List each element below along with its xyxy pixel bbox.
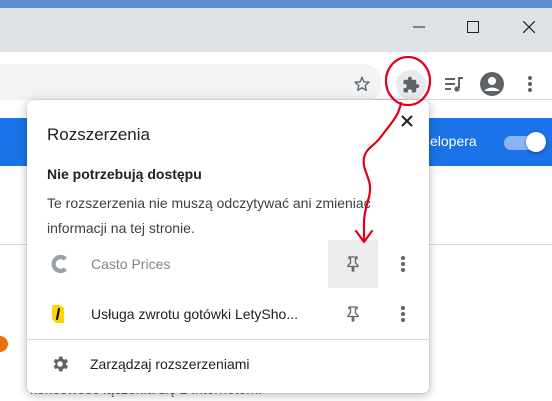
manage-extensions-link[interactable]: Zarządzaj rozszerzeniami [90,356,250,372]
toggle-knob[interactable] [526,132,546,152]
minimize-icon [413,26,425,28]
maximize-button[interactable] [450,8,496,46]
maximize-icon [467,21,479,33]
letyshops-icon [47,303,69,325]
close-icon [401,115,413,127]
menu-icon [528,76,532,92]
taskbar-strip [0,0,552,8]
extension-name[interactable]: Casto Prices [91,256,170,272]
extension-more-button[interactable] [396,254,410,274]
pin-icon[interactable] [343,304,363,324]
description-line: Te rozszerzenia nie muszą odczytywać ani… [47,195,371,211]
media-queue-icon [445,77,463,92]
extension-more-button[interactable] [396,304,410,324]
profile-button[interactable] [478,70,506,98]
extensions-puzzle-icon [403,76,420,93]
media-control-button[interactable] [440,70,468,98]
close-window-icon [523,21,535,33]
manage-extensions-row[interactable] [49,353,71,375]
casto-c-icon [49,253,71,275]
minimize-button[interactable] [396,8,442,46]
description-line: informacji na tej stronie. [47,220,195,236]
menu-button[interactable] [516,70,544,98]
page-side-icon [0,336,8,352]
more-vert-icon [401,306,405,322]
star-icon [354,76,370,92]
band-text: elopera [430,133,477,149]
section-description: Te rozszerzenia nie muszą odczytywać ani… [47,191,407,241]
popup-title: Rozszerzenia [47,125,150,144]
close-window-button[interactable] [506,8,552,46]
popup-divider [27,339,429,340]
profile-icon [480,72,504,96]
gear-icon [53,356,68,372]
pin-icon[interactable] [343,254,363,274]
popup-close-button[interactable] [396,110,418,132]
more-vert-icon [401,256,405,272]
bookmark-star-button[interactable] [348,70,376,98]
extension-name[interactable]: Usługa zwrotu gotówki LetySho... [91,306,298,322]
section-heading: Nie potrzebują dostępu [47,166,202,182]
address-bar[interactable] [0,64,382,102]
extensions-button[interactable] [396,70,426,100]
